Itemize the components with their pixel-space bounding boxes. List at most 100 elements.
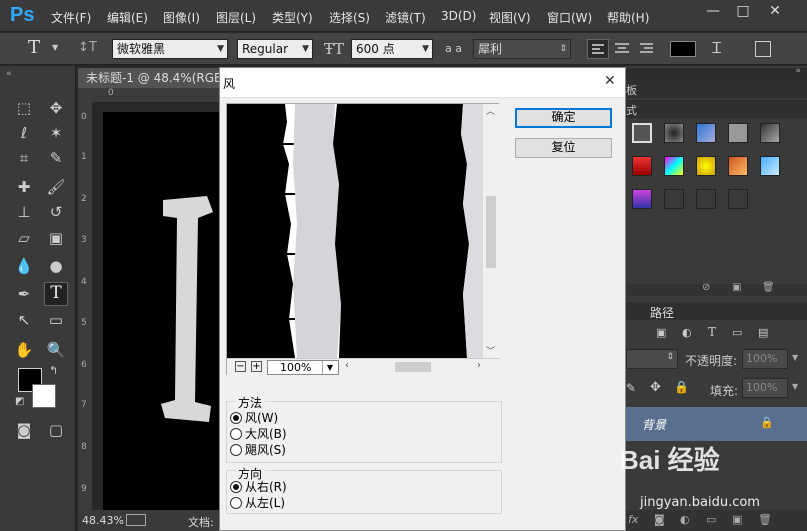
zoom-tool-icon[interactable]: 🔍 (44, 338, 68, 362)
brush-tool-icon[interactable]: 🖌 (44, 175, 68, 199)
radio-button[interactable] (230, 428, 242, 440)
status-icon[interactable] (126, 514, 146, 526)
default-colors-icon[interactable]: ◩ (15, 396, 24, 407)
menu-type[interactable]: 类型(Y) (272, 9, 313, 26)
menu-help[interactable]: 帮助(H) (607, 9, 649, 26)
paths-tab[interactable]: 路径 (650, 304, 674, 321)
history-brush-tool-icon[interactable]: ↺ (44, 200, 68, 224)
antialias-select[interactable]: 犀利 ⇕ (473, 39, 571, 59)
lasso-tool-icon[interactable]: ℓ (12, 121, 36, 145)
menu-image[interactable]: 图像(I) (163, 9, 200, 26)
warp-text-icon[interactable]: Ꮖ (712, 39, 722, 57)
expand-icon[interactable]: » (795, 66, 801, 76)
styles-tab[interactable]: 式 (626, 102, 637, 118)
method-stagger-option[interactable]: 飓风(S) (230, 443, 286, 457)
background-color-swatch[interactable] (32, 384, 56, 408)
radio-button[interactable] (230, 444, 242, 456)
menu-window[interactable]: 窗口(W) (547, 9, 592, 26)
panel-tab[interactable]: 板 (626, 82, 637, 98)
restore-button[interactable]: □ (728, 0, 758, 22)
zoom-select[interactable]: 100% ▼ (267, 360, 339, 375)
style-swatch[interactable] (632, 156, 652, 176)
menu-layer[interactable]: 图层(L) (216, 9, 256, 26)
filter-shape-icon[interactable]: ▭ (732, 326, 742, 339)
font-size-select[interactable]: 600 点 ▼ (351, 39, 433, 59)
style-swatch[interactable] (632, 189, 652, 209)
radio-button[interactable] (230, 497, 242, 509)
style-swatch[interactable] (728, 156, 748, 176)
eyedropper-tool-icon[interactable]: ✎ (44, 146, 68, 170)
blur-tool-icon[interactable]: 💧 (12, 254, 36, 278)
filter-type-icon[interactable]: T (708, 325, 716, 339)
hand-tool-icon[interactable]: ✋ (12, 338, 36, 362)
stamp-tool-icon[interactable]: ⊥ (12, 200, 36, 224)
menu-view[interactable]: 视图(V) (489, 9, 531, 26)
style-swatch[interactable] (664, 156, 684, 176)
quick-mask-icon[interactable]: ◙ (12, 418, 36, 442)
text-orientation-icon[interactable]: ↕T (78, 40, 97, 58)
fill-input[interactable]: 100% (742, 378, 788, 398)
rectangle-tool-icon[interactable]: ▭ (44, 308, 68, 332)
marquee-tool-icon[interactable]: ⬚ (12, 96, 36, 120)
eraser-tool-icon[interactable]: ▱ (12, 226, 36, 250)
opacity-input[interactable]: 100% (742, 349, 788, 369)
preview-vscrollbar[interactable]: ︿ ﹀ (483, 104, 499, 358)
close-window-button[interactable]: ✕ (760, 0, 790, 22)
scroll-left-icon[interactable]: ‹ (345, 360, 349, 371)
style-swatch[interactable] (728, 189, 748, 209)
menu-file[interactable]: 文件(F) (51, 9, 91, 26)
style-swatch[interactable] (664, 189, 684, 209)
fx-icon[interactable]: fx (628, 513, 638, 526)
style-swatch[interactable] (728, 123, 748, 143)
new-style-icon[interactable]: ▣ (732, 282, 741, 293)
new-layer-icon[interactable]: ▣ (732, 513, 742, 526)
type-tool-icon[interactable]: T (44, 282, 68, 306)
adjustment-layer-icon[interactable]: ◐ (680, 513, 690, 526)
pen-tool-icon[interactable]: ✒ (12, 282, 36, 306)
menu-3d[interactable]: 3D(D) (441, 9, 476, 23)
lock-position-icon[interactable]: ✥ (650, 380, 661, 395)
hscroll-thumb[interactable] (395, 362, 431, 372)
style-swatch[interactable] (760, 123, 780, 143)
delete-layer-icon[interactable]: 🗑 (758, 513, 772, 526)
healing-brush-tool-icon[interactable]: ✚ (12, 175, 36, 199)
font-style-select[interactable]: Regular ▼ (237, 39, 313, 59)
zoom-level[interactable]: 48.43% (82, 514, 124, 527)
style-swatch[interactable] (696, 156, 716, 176)
filter-adjustment-icon[interactable]: ◐ (682, 326, 692, 339)
align-left-button[interactable] (587, 39, 609, 59)
trash-icon[interactable]: 🗑 (762, 282, 775, 293)
path-selection-tool-icon[interactable]: ↖ (12, 308, 36, 332)
style-swatch[interactable] (760, 156, 780, 176)
filter-image-icon[interactable]: ▣ (656, 326, 666, 339)
character-panel-icon[interactable] (755, 41, 771, 57)
radio-button[interactable] (230, 412, 242, 424)
chevron-down-icon[interactable]: ▼ (52, 43, 58, 52)
layer-row-background[interactable]: 背景 🔒 (626, 407, 807, 441)
group-icon[interactable]: ▭ (706, 513, 716, 526)
ok-button[interactable]: 确定 (515, 108, 612, 128)
mask-icon[interactable]: ◙ (654, 513, 665, 526)
gradient-tool-icon[interactable]: ▣ (44, 226, 68, 250)
style-swatch[interactable] (664, 123, 684, 143)
font-family-select[interactable]: 微软雅黑 ▼ (112, 39, 228, 59)
lock-paint-icon[interactable]: ✎ (626, 381, 636, 395)
scroll-right-icon[interactable]: › (477, 360, 481, 371)
collapse-icon[interactable]: « (6, 69, 12, 79)
dialog-close-button[interactable]: ✕ (604, 73, 616, 89)
document-canvas[interactable] (103, 112, 223, 510)
radio-button[interactable] (230, 481, 242, 493)
type-tool-preset-icon[interactable]: T (28, 37, 40, 58)
style-swatch[interactable] (696, 123, 716, 143)
direction-left-option[interactable]: 从左(L) (230, 496, 285, 510)
style-swatch[interactable] (696, 189, 716, 209)
direction-right-option[interactable]: 从右(R) (230, 480, 287, 494)
align-center-button[interactable] (612, 39, 634, 59)
magic-wand-tool-icon[interactable]: ✶ (44, 121, 68, 145)
filter-smart-icon[interactable]: ▤ (758, 326, 768, 339)
menu-edit[interactable]: 编辑(E) (107, 9, 148, 26)
method-wind-option[interactable]: 风(W) (230, 411, 278, 425)
document-tab[interactable]: 未标题-1 @ 48.4%(RGB (78, 68, 223, 88)
dodge-tool-icon[interactable]: ● (44, 254, 68, 278)
menu-select[interactable]: 选择(S) (329, 9, 370, 26)
